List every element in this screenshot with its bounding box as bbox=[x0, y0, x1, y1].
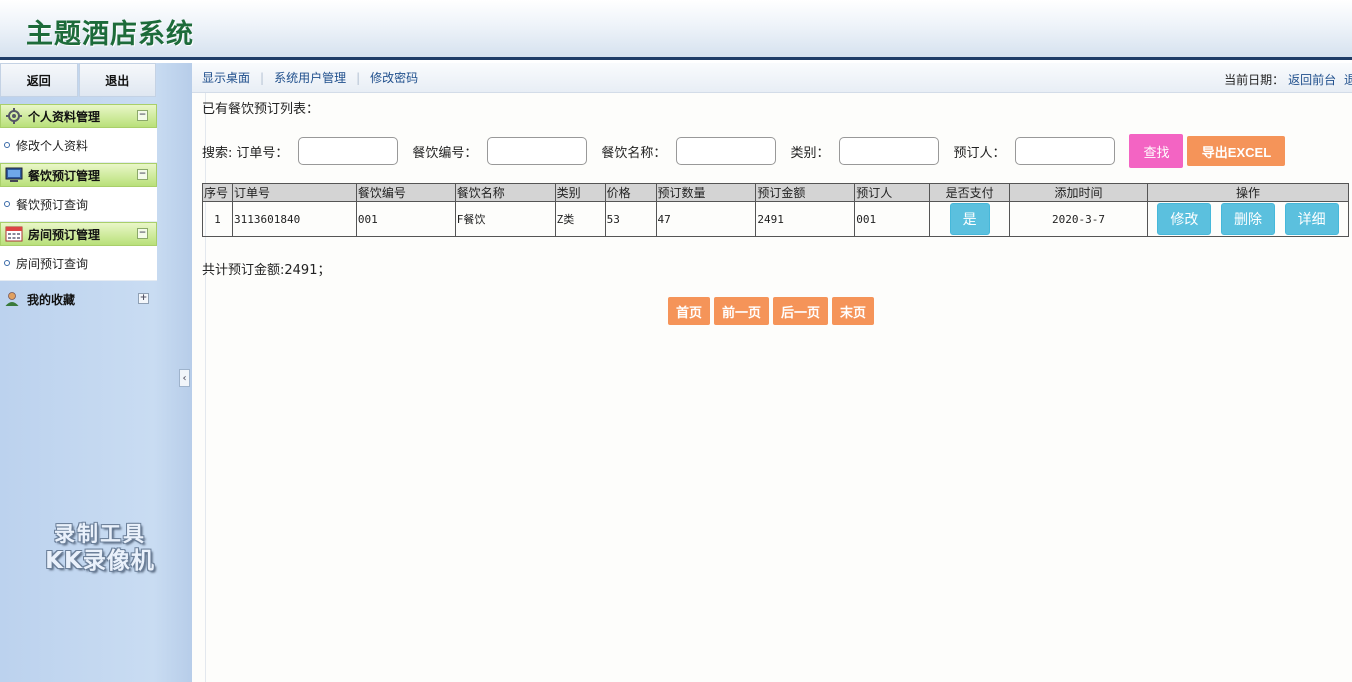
col-header: 序号 bbox=[202, 183, 233, 202]
table-header-row: 序号 订单号 餐饮编号 餐饮名称 类别 价格 预订数量 预订金额 预订人 是否支… bbox=[202, 183, 1350, 202]
booking-table: 序号 订单号 餐饮编号 餐饮名称 类别 价格 预订数量 预订金额 预订人 是否支… bbox=[202, 183, 1350, 237]
gear-icon bbox=[5, 108, 23, 124]
sidebar-item-label: 房间预订查询 bbox=[16, 256, 89, 271]
cell-price: 53 bbox=[604, 201, 657, 237]
sidebar-menu: 个人资料管理 − 修改个人资料 餐饮预订管理 − 餐饮预订查询 房间预订管理 − bbox=[0, 104, 157, 311]
content-divider bbox=[205, 93, 206, 682]
cell-category: Z类 bbox=[554, 201, 606, 237]
current-date-label: 当前日期： bbox=[1224, 73, 1285, 87]
sidebar-collapse-handle[interactable]: ‹ bbox=[179, 369, 190, 387]
bullet-icon bbox=[4, 201, 10, 207]
expand-plus-icon[interactable]: + bbox=[138, 293, 149, 304]
category-label: 类别： bbox=[790, 145, 830, 161]
last-page-button[interactable]: 末页 bbox=[832, 297, 875, 325]
cell-actions: 修改 删除 详细 bbox=[1146, 201, 1350, 237]
nav-change-password[interactable]: 修改密码 bbox=[360, 69, 428, 86]
sidebar-group-label: 我的收藏 bbox=[27, 292, 76, 307]
search-bar: 搜索: 订单号： 餐饮编号： 餐饮名称： 类别： 预订人： 查找 导出EXCEL bbox=[202, 134, 1342, 168]
sidebar-item-label: 修改个人资料 bbox=[16, 138, 89, 153]
edit-button[interactable]: 修改 bbox=[1157, 203, 1212, 235]
app-header: 主题酒店系统 bbox=[0, 0, 1352, 60]
cell-quantity: 47 bbox=[655, 201, 757, 237]
food-name-input[interactable] bbox=[676, 137, 777, 165]
col-header: 添加时间 bbox=[1009, 183, 1148, 202]
search-prefix: 搜索: bbox=[202, 145, 233, 161]
cell-index: 1 bbox=[202, 201, 233, 237]
food-no-label: 餐饮编号： bbox=[412, 145, 478, 161]
category-input[interactable] bbox=[839, 137, 940, 165]
sidebar-group-food-booking[interactable]: 餐饮预订管理 − bbox=[0, 163, 157, 187]
recorder-watermark: 录制工具 KK录像机 bbox=[45, 522, 155, 574]
col-header: 价格 bbox=[604, 183, 657, 202]
sidebar-item-edit-profile[interactable]: 修改个人资料 bbox=[0, 128, 157, 163]
cell-amount: 2491 bbox=[755, 201, 856, 237]
sidebar-group-favorites[interactable]: 我的收藏 + bbox=[0, 287, 157, 311]
order-no-input[interactable] bbox=[298, 137, 399, 165]
food-name-label: 餐饮名称： bbox=[601, 145, 667, 161]
prev-page-button[interactable]: 前一页 bbox=[714, 297, 770, 325]
cell-paid: 是 bbox=[929, 201, 1011, 237]
col-header: 餐饮名称 bbox=[454, 183, 556, 202]
col-header: 预订数量 bbox=[655, 183, 757, 202]
col-header: 操作 bbox=[1146, 183, 1350, 202]
sidebar-group-label: 个人资料管理 bbox=[28, 109, 101, 124]
main-content: 显示桌面 | 系统用户管理 | 修改密码 当前日期： 返回前台 退 已有餐饮预订列… bbox=[192, 63, 1352, 682]
food-no-input[interactable] bbox=[487, 137, 588, 165]
detail-button[interactable]: 详细 bbox=[1284, 203, 1339, 235]
sidebar-top-buttons: 返回 退出 bbox=[0, 63, 157, 97]
search-button[interactable]: 查找 bbox=[1129, 134, 1184, 168]
monitor-icon bbox=[5, 167, 23, 183]
cell-order-no: 3113601840 bbox=[231, 201, 357, 237]
logout-button[interactable]: 退出 bbox=[78, 63, 156, 97]
booker-label: 预订人： bbox=[953, 145, 1006, 161]
list-title: 已有餐饮预订列表： bbox=[202, 102, 320, 117]
top-nav: 显示桌面 | 系统用户管理 | 修改密码 当前日期： 返回前台 退 bbox=[192, 63, 1352, 93]
collapse-minus-icon[interactable]: − bbox=[137, 228, 148, 239]
cell-booker: 001 bbox=[854, 201, 931, 237]
back-to-frontend-link[interactable]: 返回前台 bbox=[1284, 73, 1336, 87]
booker-input[interactable] bbox=[1015, 137, 1116, 165]
collapse-minus-icon[interactable]: − bbox=[137, 110, 148, 121]
cell-food-name: F餐饮 bbox=[454, 201, 556, 237]
sidebar-group-label: 房间预订管理 bbox=[28, 227, 101, 242]
paid-button[interactable]: 是 bbox=[949, 203, 990, 235]
nav-right: 当前日期： 返回前台 退 bbox=[1224, 71, 1352, 88]
col-header: 预订金额 bbox=[755, 183, 856, 202]
pager: 首页 前一页 后一页 末页 bbox=[668, 297, 878, 325]
bullet-icon bbox=[4, 142, 10, 148]
delete-button[interactable]: 删除 bbox=[1220, 203, 1275, 235]
sidebar-item-label: 餐饮预订查询 bbox=[16, 197, 89, 212]
nav-system-users[interactable]: 系统用户管理 bbox=[264, 69, 356, 86]
sidebar-group-profile[interactable]: 个人资料管理 − bbox=[0, 104, 157, 128]
col-header: 是否支付 bbox=[929, 183, 1011, 202]
sidebar: 返回 退出 个人资料管理 − 修改个人资料 餐饮预订管理 − 餐饮预订查询 房间… bbox=[0, 63, 192, 682]
sidebar-group-room-booking[interactable]: 房间预订管理 − bbox=[0, 222, 157, 246]
col-header: 订单号 bbox=[231, 183, 357, 202]
total-amount: 共计预订金额:2491； bbox=[202, 263, 331, 278]
user-icon bbox=[4, 291, 22, 307]
table-row: 1 3113601840 001 F餐饮 Z类 53 47 2491 001 是… bbox=[202, 201, 1350, 237]
exit-link[interactable]: 退 bbox=[1340, 73, 1352, 87]
sidebar-item-room-booking-query[interactable]: 房间预订查询 bbox=[0, 246, 157, 281]
sidebar-item-food-booking-query[interactable]: 餐饮预订查询 bbox=[0, 187, 157, 222]
col-header: 类别 bbox=[554, 183, 606, 202]
back-button[interactable]: 返回 bbox=[0, 63, 78, 97]
calendar-icon bbox=[5, 226, 23, 242]
col-header: 餐饮编号 bbox=[355, 183, 456, 202]
next-page-button[interactable]: 后一页 bbox=[773, 297, 829, 325]
collapse-minus-icon[interactable]: − bbox=[137, 169, 148, 180]
cell-food-no: 001 bbox=[355, 201, 456, 237]
sidebar-group-label: 餐饮预订管理 bbox=[28, 168, 101, 183]
order-no-label: 订单号： bbox=[236, 145, 289, 161]
first-page-button[interactable]: 首页 bbox=[668, 297, 711, 325]
col-header: 预订人 bbox=[854, 183, 931, 202]
app-title: 主题酒店系统 bbox=[26, 19, 194, 50]
cell-added-time: 2020-3-7 bbox=[1009, 201, 1148, 237]
bullet-icon bbox=[4, 260, 10, 266]
export-excel-button[interactable]: 导出EXCEL bbox=[1187, 136, 1286, 166]
nav-show-desktop[interactable]: 显示桌面 bbox=[192, 69, 260, 86]
